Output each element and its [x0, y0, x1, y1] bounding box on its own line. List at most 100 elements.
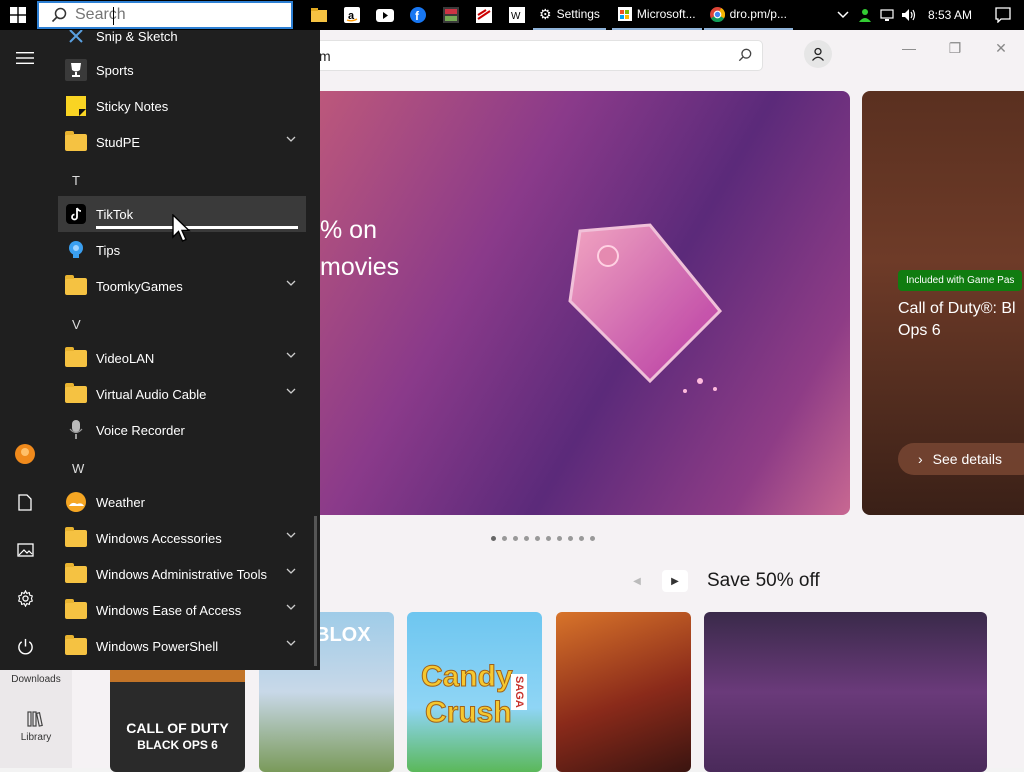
start-button[interactable] [0, 0, 36, 30]
carousel-dot[interactable] [568, 536, 573, 541]
user-avatar-icon[interactable] [13, 442, 37, 466]
start-menu: Snip & Sketch Sports Sticky Notes StudPE… [0, 28, 320, 670]
app-sports[interactable]: Sports [58, 52, 306, 88]
network-icon[interactable] [876, 8, 898, 22]
text-caret [113, 7, 114, 25]
taskbar-facebook[interactable]: f [401, 0, 434, 30]
carousel-dot[interactable] [579, 536, 584, 541]
taskbar-chrome-window[interactable]: dro.pm/p... [703, 0, 793, 30]
app-label: Weather [96, 494, 145, 510]
documents-icon[interactable] [13, 490, 37, 514]
store-search-icon[interactable] [738, 48, 752, 62]
hamburger-menu-icon[interactable] [13, 46, 37, 70]
lightbulb-icon [64, 238, 88, 262]
restore-icon: ❐ [948, 39, 962, 56]
taskbar-search-input[interactable] [75, 6, 275, 24]
store-search-box[interactable]: m [300, 40, 763, 71]
taskbar-search-box[interactable] [37, 1, 293, 29]
taskbar-amazon[interactable]: a [335, 0, 368, 30]
hero-text-line2: movies [320, 253, 400, 281]
app-label: Windows Accessories [96, 530, 222, 546]
settings-gear-icon[interactable] [13, 586, 37, 610]
app-studpe[interactable]: StudPE [58, 124, 306, 160]
app-virtual-audio-cable[interactable]: Virtual Audio Cable [58, 376, 306, 412]
carousel-dot[interactable] [546, 536, 551, 541]
app-weather[interactable]: Weather [58, 484, 306, 520]
hero-banner-movies[interactable]: % on movies [300, 91, 850, 515]
microphone-icon [64, 418, 88, 442]
maximize-button[interactable]: ❐ [940, 38, 970, 58]
user-green-icon[interactable] [854, 8, 876, 22]
app-label: TikTok [96, 206, 134, 222]
tile-roblox-logo: BLOX [315, 624, 371, 646]
app-label: VideoLAN [96, 350, 155, 366]
app-sticky-notes[interactable]: Sticky Notes [58, 88, 306, 124]
taskbar-word[interactable]: W [500, 0, 533, 30]
cod-banner-title: Call of Duty®: Bl Ops 6 [898, 300, 1016, 339]
letter-header-t[interactable]: T [72, 173, 80, 188]
taskbar-bank-app[interactable] [467, 0, 500, 30]
see-details-button[interactable]: › See details [898, 443, 1024, 475]
start-menu-rail [0, 30, 50, 670]
carousel-dot[interactable] [535, 536, 540, 541]
app-windows-accessories[interactable]: Windows Accessories [58, 520, 306, 556]
taskbar-store-window[interactable]: Microsoft... [611, 0, 702, 30]
carousel-dot[interactable] [491, 536, 496, 541]
taskbar-media-app[interactable] [434, 0, 467, 30]
chevron-right-icon: › [918, 451, 923, 467]
deals-next-button[interactable]: ▶ [662, 570, 688, 592]
hero-text: % on movies [320, 212, 399, 286]
carousel-dot[interactable] [502, 536, 507, 541]
close-button[interactable]: ✕ [986, 38, 1016, 58]
folder-icon [64, 382, 88, 406]
taskbar-file-explorer[interactable] [302, 0, 335, 30]
hero-text-line1: % on [320, 216, 377, 244]
folder-icon [64, 562, 88, 586]
nav-library-label: Library [20, 732, 52, 743]
app-windows-powershell[interactable]: Windows PowerShell [58, 628, 306, 664]
carousel-dot[interactable] [557, 536, 562, 541]
app-videolan[interactable]: VideoLAN [58, 340, 306, 376]
svg-text:W: W [511, 11, 521, 22]
mouse-pointer-icon [172, 214, 191, 242]
pictures-icon[interactable] [13, 538, 37, 562]
volume-icon[interactable] [898, 8, 920, 22]
chevron-down-icon [286, 352, 296, 358]
clock[interactable]: 8:53 AM [920, 8, 982, 22]
app-list-scrollbar[interactable] [314, 516, 317, 666]
app-windows-admin-tools[interactable]: Windows Administrative Tools [58, 556, 306, 592]
word-doc-icon: W [508, 7, 525, 23]
folder-icon [64, 274, 88, 298]
letter-header-w[interactable]: W [72, 461, 84, 476]
account-button[interactable] [804, 40, 832, 68]
taskbar-youtube[interactable] [368, 0, 401, 30]
chevron-down-icon [286, 640, 296, 646]
carousel-dots [491, 536, 595, 541]
taskbar-settings-window[interactable]: ⚙ Settings [533, 0, 606, 30]
app-toomkygames[interactable]: ToomkyGames [58, 268, 306, 304]
tile-candy-crush[interactable]: Candy Crush SAGA [407, 612, 542, 772]
settings-window-label: Settings [556, 7, 600, 21]
call-of-duty-banner[interactable]: Included with Game Pas Call of Duty®: Bl… [862, 91, 1024, 515]
app-list: Snip & Sketch Sports Sticky Notes StudPE… [58, 28, 312, 670]
nav-library[interactable]: Library [0, 710, 72, 743]
carousel-dot[interactable] [590, 536, 595, 541]
carousel-dot[interactable] [524, 536, 529, 541]
app-label: Windows Ease of Access [96, 602, 242, 618]
app-windows-ease-of-access[interactable]: Windows Ease of Access [58, 592, 306, 628]
tile-candy-logo-line1: Candy [421, 660, 514, 694]
tile-raid-game[interactable] [556, 612, 691, 772]
power-icon[interactable] [13, 634, 37, 658]
minimize-button[interactable]: — [894, 38, 924, 58]
letter-header-v[interactable]: V [72, 317, 81, 332]
carousel-dot[interactable] [513, 536, 518, 541]
app-voice-recorder[interactable]: Voice Recorder [58, 412, 306, 448]
deals-prev-button[interactable]: ◀ [624, 570, 650, 592]
app-label: ToomkyGames [96, 278, 183, 294]
nav-downloads[interactable]: Downloads [0, 674, 72, 685]
app-label: Snip & Sketch [96, 28, 178, 44]
tile-minecraft[interactable] [704, 612, 987, 772]
tray-overflow-chevron-icon[interactable] [832, 11, 854, 19]
notification-center-icon[interactable] [982, 7, 1024, 23]
tile-cod-title-line2: BLACK OPS 6 [137, 738, 218, 752]
